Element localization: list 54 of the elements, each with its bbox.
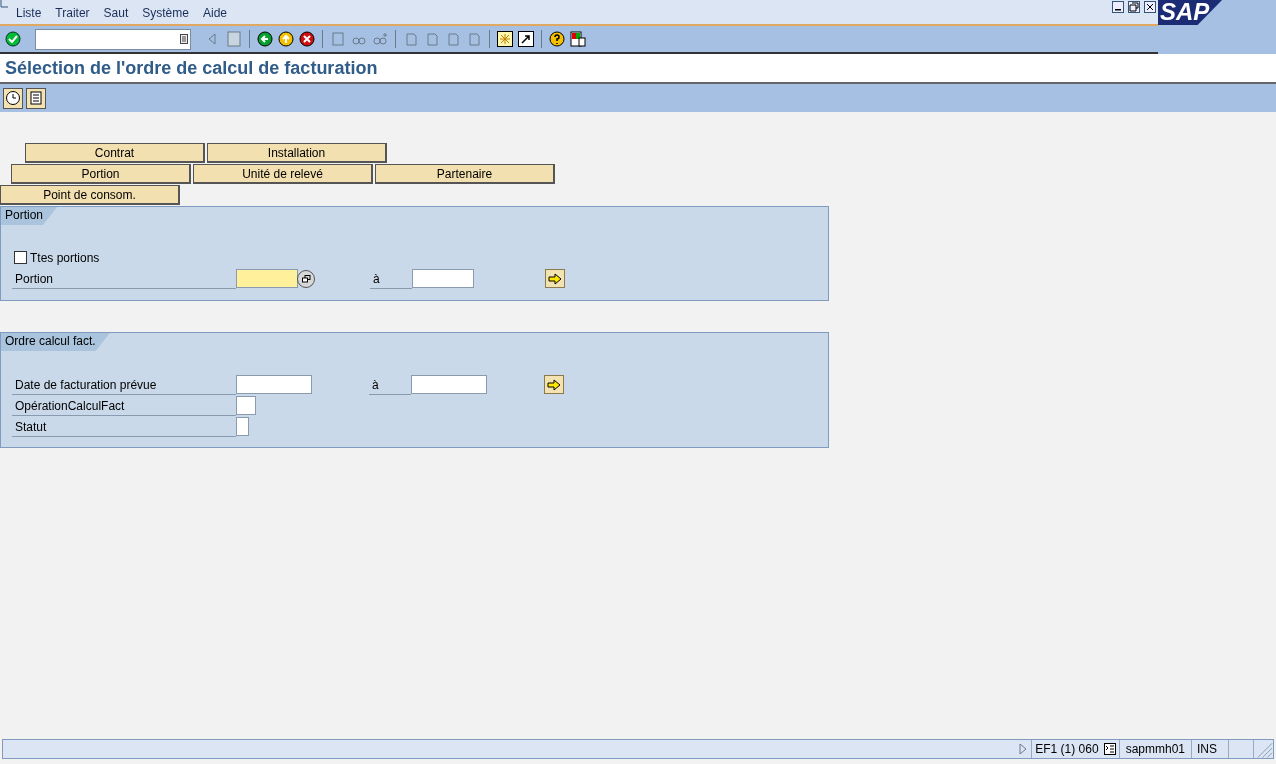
variant-button[interactable] bbox=[26, 87, 46, 109]
restore-icon[interactable] bbox=[1128, 1, 1140, 13]
execute-button[interactable] bbox=[3, 87, 23, 109]
shortcut-icon[interactable] bbox=[517, 30, 535, 48]
field-label: Portion bbox=[12, 268, 236, 289]
clock-icon bbox=[5, 90, 21, 106]
sap-logo: SAP bbox=[1158, 0, 1224, 25]
back-icon[interactable] bbox=[256, 30, 274, 48]
input-mode: INS bbox=[1191, 740, 1228, 758]
tab-button[interactable]: Unité de relevé bbox=[193, 164, 373, 184]
tab-button[interactable]: Portion bbox=[11, 164, 191, 184]
multiple-selection-button[interactable] bbox=[545, 269, 565, 288]
input-field[interactable] bbox=[236, 396, 256, 415]
cancel-icon[interactable] bbox=[298, 30, 316, 48]
input-field[interactable] bbox=[236, 269, 298, 288]
input-field[interactable] bbox=[236, 375, 312, 394]
new-window-icon[interactable] bbox=[496, 30, 514, 48]
menu-item[interactable]: Liste bbox=[16, 4, 42, 22]
server-name: sapmmh01 bbox=[1118, 740, 1191, 758]
input-field[interactable] bbox=[236, 417, 249, 436]
field-label: OpérationCalculFact bbox=[12, 395, 236, 416]
layout-icon[interactable] bbox=[569, 30, 587, 48]
page-title: Sélection de l'ordre de calcul de facturation bbox=[5, 56, 378, 80]
tab-button[interactable]: Contrat bbox=[25, 143, 205, 163]
resize-grip-icon[interactable] bbox=[1253, 740, 1273, 758]
close-icon[interactable] bbox=[1144, 1, 1156, 13]
menu-item[interactable]: Système bbox=[142, 4, 189, 22]
input-field[interactable] bbox=[412, 269, 474, 288]
field-label: Statut bbox=[12, 416, 236, 437]
checkbox[interactable] bbox=[14, 251, 27, 264]
triangle-right-icon[interactable] bbox=[1018, 743, 1029, 755]
minimize-icon[interactable] bbox=[1112, 1, 1124, 13]
arrow-right-icon bbox=[548, 272, 562, 285]
multiple-selection-button[interactable] bbox=[544, 375, 564, 394]
menu-item[interactable]: Saut bbox=[103, 4, 129, 22]
system-info: EF1 (1) 060 bbox=[1035, 741, 1099, 758]
section-title: Ordre calcul fact. bbox=[1, 333, 110, 351]
command-field[interactable] bbox=[35, 28, 191, 50]
checkbox-label: Ttes portions bbox=[30, 249, 100, 267]
section-title: Portion bbox=[1, 207, 58, 225]
dropdown-icon bbox=[180, 34, 188, 44]
field-label: Date de facturation prévue bbox=[12, 374, 236, 395]
input-field[interactable] bbox=[411, 375, 487, 394]
list-icon[interactable] bbox=[1103, 743, 1116, 755]
tab-button[interactable]: Installation bbox=[207, 143, 387, 163]
arrow-right-icon bbox=[547, 378, 561, 391]
help-icon[interactable] bbox=[548, 30, 566, 48]
document-list-icon bbox=[28, 90, 44, 106]
menu-item[interactable]: Aide bbox=[202, 4, 227, 22]
tab-button[interactable]: Point de consom. bbox=[0, 185, 180, 205]
menu-item[interactable]: Traiter bbox=[55, 4, 90, 22]
checkmark-icon[interactable] bbox=[4, 30, 22, 48]
tab-button[interactable]: Partenaire bbox=[375, 164, 555, 184]
windows-icon bbox=[301, 274, 311, 283]
